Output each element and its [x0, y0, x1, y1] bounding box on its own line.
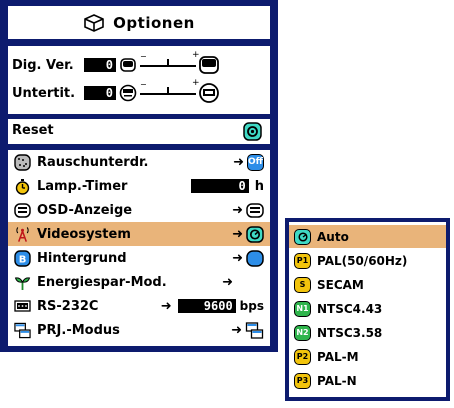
osd-icon	[14, 202, 31, 219]
subtitle-down-icon	[199, 83, 219, 103]
auto-icon	[294, 228, 311, 245]
option-label: NTSC3.58	[317, 325, 383, 340]
menu-item-label: Videosystem	[37, 226, 131, 242]
untertit-label: Untertit.	[12, 85, 76, 101]
option-label: PAL-M	[317, 349, 359, 364]
untertit-slider-thumb[interactable]	[167, 87, 169, 95]
menu-item-label: Hintergrund	[37, 250, 127, 266]
subtitle-up-icon	[119, 84, 137, 102]
lamp-timer-value: 0	[190, 179, 249, 193]
screen-large-icon	[199, 56, 219, 74]
blue-background-value-icon	[246, 249, 264, 267]
auto-value-icon	[246, 225, 264, 243]
menu-item-energiespar-mod[interactable]: Energiespar-Mod. ➜	[8, 270, 270, 294]
options-menu-panel: Optionen Dig. Ver. 0 − + Untertit. 0 − +	[0, 0, 278, 352]
dig-ver-value: 0	[84, 58, 116, 72]
menu-item-videosystem[interactable]: Videosystem ➜	[8, 222, 270, 246]
menu-item-lamp-timer[interactable]: Lamp.-Timer 0 h	[8, 174, 270, 198]
menu-item-label: Lamp.-Timer	[37, 178, 128, 194]
option-label: SECAM	[317, 277, 364, 292]
dig-ver-row[interactable]: Dig. Ver.	[12, 54, 74, 76]
screen-small-icon	[120, 58, 136, 72]
video-option-pal-n[interactable]: P3 PAL-N	[289, 369, 446, 392]
p1-badge-icon: P1	[294, 252, 311, 269]
video-option-pal-m[interactable]: P2 PAL-M	[289, 345, 446, 368]
menu-item-rauschunterdr[interactable]: Rauschunterdr. ➜ Off	[8, 150, 270, 174]
serial-port-icon	[14, 298, 31, 315]
option-label: Auto	[317, 229, 349, 244]
dig-ver-label: Dig. Ver.	[12, 57, 74, 73]
menu-title-bar: Optionen	[8, 6, 270, 39]
timer-icon	[14, 178, 31, 195]
option-label: NTSC4.43	[317, 301, 383, 316]
menu-item-rs-232c[interactable]: RS-232C ➜ 9600 bps	[8, 294, 270, 318]
video-option-pal[interactable]: P1 PAL(50/60Hz)	[289, 249, 446, 272]
menu-item-osd-anzeige[interactable]: OSD-Anzeige ➜	[8, 198, 270, 222]
menu-item-label: PRJ.-Modus	[37, 322, 120, 338]
menu-item-label: OSD-Anzeige	[37, 202, 133, 218]
video-option-secam[interactable]: S SECAM	[289, 273, 446, 296]
menu-item-label: Rauschunterdr.	[37, 154, 149, 170]
reset-icon[interactable]	[243, 122, 262, 141]
option-label: PAL-N	[317, 373, 357, 388]
video-option-ntsc443[interactable]: N1 NTSC4.43	[289, 297, 446, 320]
off-badge: Off	[247, 153, 264, 171]
prj-mode-value-icon	[245, 321, 264, 339]
video-option-auto[interactable]: Auto	[289, 225, 446, 248]
menu-item-prj-modus[interactable]: PRJ.-Modus ➜	[8, 318, 270, 342]
reset-row[interactable]: Reset	[8, 119, 270, 144]
minus-mark: −	[140, 52, 147, 61]
menu-item-label: Energiespar-Mod.	[37, 274, 167, 290]
arrow-icon: ➜	[232, 226, 243, 242]
osd-value-icon	[246, 202, 264, 218]
arrow-icon: ➜	[232, 250, 243, 266]
noise-reduction-icon	[14, 153, 31, 171]
s-badge-icon: S	[294, 276, 311, 293]
unit-label: bps	[239, 299, 264, 313]
arrow-icon: ➜	[231, 322, 242, 338]
videosystem-options: Auto P1 PAL(50/60Hz) S SECAM N1 NTSC4.43…	[289, 222, 446, 397]
antenna-icon	[14, 226, 31, 243]
baud-rate-value: 9600	[177, 299, 236, 313]
untertit-value: 0	[84, 86, 116, 100]
svg-text:B: B	[19, 254, 27, 265]
eco-sprout-icon	[14, 274, 31, 291]
background-icon: B	[14, 249, 31, 267]
reset-label: Reset	[12, 123, 54, 138]
adjust-section: Dig. Ver. 0 − + Untertit. 0 − +	[8, 46, 270, 114]
menu-items-list: Rauschunterdr. ➜ Off Lamp.-Timer 0 h OSD…	[8, 150, 270, 346]
n2-badge-icon: N2	[294, 324, 311, 341]
videosystem-submenu: Auto P1 PAL(50/60Hz) S SECAM N1 NTSC4.43…	[285, 218, 450, 401]
arrow-icon: ➜	[160, 298, 172, 314]
minus-mark-2: −	[140, 80, 147, 89]
untertit-row[interactable]: Untertit.	[12, 82, 75, 104]
p3-badge-icon: P3	[294, 372, 311, 389]
arrow-icon: ➜	[232, 202, 243, 218]
options-box-icon	[84, 13, 104, 32]
p2-badge-icon: P2	[294, 348, 311, 365]
arrow-icon: ➜	[222, 274, 233, 290]
unit-label: h	[254, 178, 264, 194]
menu-item-label: RS-232C	[37, 298, 99, 314]
option-label: PAL(50/60Hz)	[317, 253, 408, 268]
n1-badge-icon: N1	[294, 300, 311, 317]
menu-item-hintergrund[interactable]: B Hintergrund ➜	[8, 246, 270, 270]
page-title: Optionen	[113, 13, 195, 32]
arrow-icon: ➜	[233, 154, 244, 170]
dig-ver-slider-thumb[interactable]	[167, 59, 169, 67]
video-option-ntsc358[interactable]: N2 NTSC3.58	[289, 321, 446, 344]
projector-mode-icon	[14, 322, 31, 339]
